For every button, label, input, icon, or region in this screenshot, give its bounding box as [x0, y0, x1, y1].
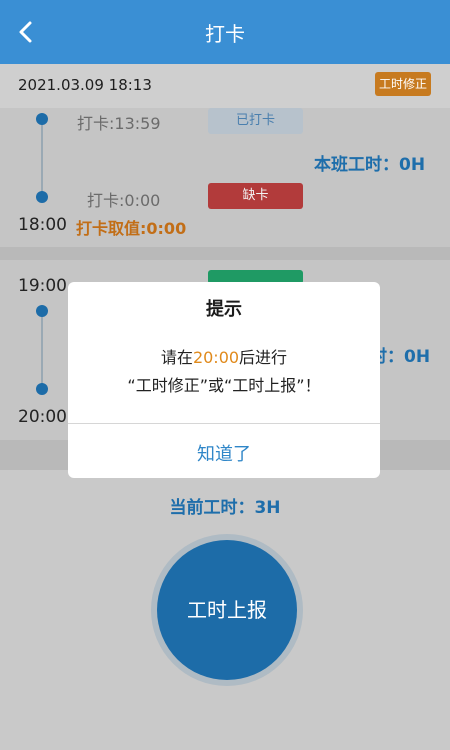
alert-dialog: 提示 请在20:00后进行 “工时修正”或“工时上报”！ 知道了 [68, 282, 380, 478]
dialog-title: 提示 [206, 299, 242, 320]
dialog-ok-button[interactable]: 知道了 [68, 440, 380, 466]
dialog-message-line2: “工时修正”或“工时上报”！ [127, 376, 321, 395]
dialog-divider [68, 423, 380, 424]
dialog-text: 请在 [160, 348, 193, 367]
dialog-text: 后进行 [239, 348, 288, 367]
dialog-time: 20:00 [192, 348, 240, 367]
dialog-message-line1: 请在20:00后进行 [68, 344, 380, 368]
